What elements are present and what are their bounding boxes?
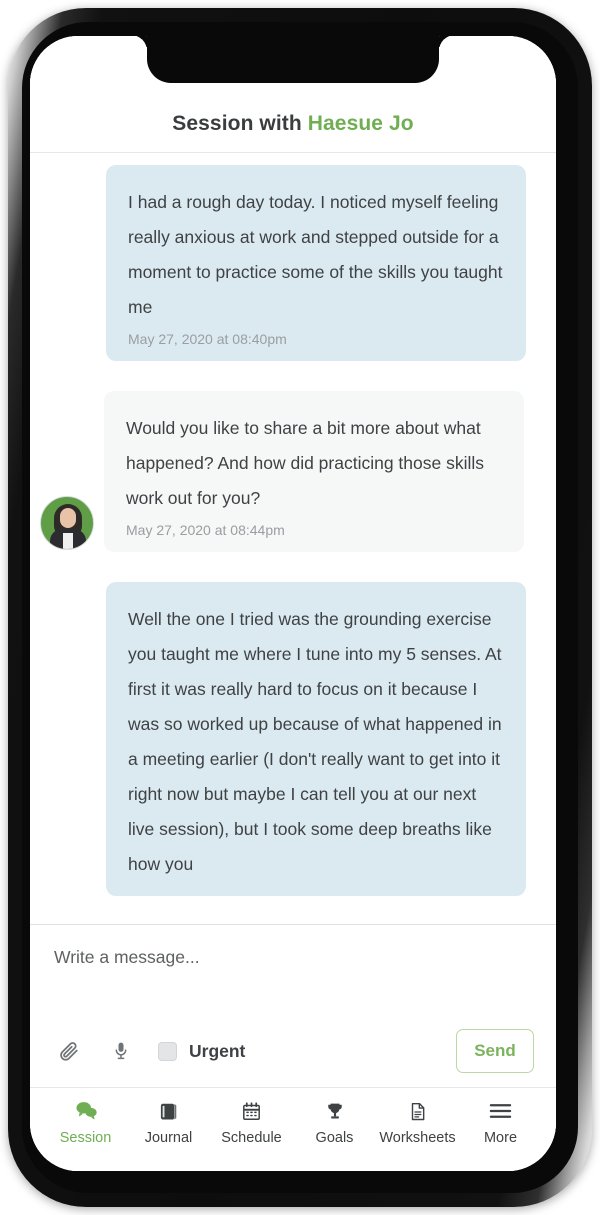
- calendar-icon: [241, 1100, 262, 1122]
- urgent-toggle[interactable]: Urgent: [158, 1041, 245, 1062]
- message-timestamp: May 27, 2020 at 08:40pm: [128, 331, 287, 347]
- message-row: Would you like to share a bit more about…: [30, 391, 556, 552]
- document-icon: [408, 1100, 428, 1122]
- microphone-icon[interactable]: [106, 1036, 136, 1066]
- nav-label: Session: [59, 1130, 112, 1146]
- phone-notch: [147, 36, 439, 83]
- nav-item-schedule[interactable]: Schedule: [210, 1100, 293, 1146]
- avatar-face: [60, 508, 76, 528]
- speech-bubbles-icon: [74, 1100, 98, 1122]
- composer-actions: Urgent Send: [30, 1015, 556, 1087]
- message-text: Well the one I tried was the grounding e…: [128, 609, 507, 874]
- nav-label: Goals: [315, 1130, 354, 1146]
- message-row: I had a rough day today. I noticed mysel…: [30, 165, 556, 361]
- hamburger-icon: [489, 1100, 512, 1122]
- message-composer: Write a message... Urgent Send: [30, 924, 556, 1087]
- page-title-prefix: Session with: [172, 112, 308, 135]
- paperclip-icon[interactable]: [54, 1036, 84, 1066]
- urgent-checkbox[interactable]: [158, 1041, 177, 1061]
- message-bubble-client[interactable]: Well the one I tried was the grounding e…: [106, 582, 526, 896]
- phone-frame: Session with Haesue Jo I had a rough day…: [8, 8, 592, 1207]
- message-text: I had a rough day today. I noticed mysel…: [128, 192, 508, 317]
- nav-label: Schedule: [221, 1130, 282, 1146]
- avatar[interactable]: [40, 496, 94, 550]
- avatar-slot: [40, 496, 94, 550]
- nav-item-more[interactable]: More: [459, 1100, 542, 1146]
- client-name: Haesue Jo: [307, 112, 414, 135]
- nav-item-goals[interactable]: Goals: [293, 1100, 376, 1146]
- app-root: Session with Haesue Jo I had a rough day…: [30, 36, 556, 1171]
- bottom-navigation: Session Journal Schedule Goals Worksheet…: [30, 1087, 556, 1171]
- message-timestamp: May 27, 2020 at 08:44pm: [126, 522, 285, 538]
- nav-item-session[interactable]: Session: [44, 1100, 127, 1146]
- nav-item-journal[interactable]: Journal: [127, 1100, 210, 1146]
- message-bubble-client[interactable]: I had a rough day today. I noticed mysel…: [106, 165, 526, 361]
- message-bubble-therapist[interactable]: Would you like to share a bit more about…: [104, 391, 524, 552]
- avatar-shirt: [63, 533, 73, 549]
- nav-label: Journal: [144, 1130, 193, 1146]
- trophy-icon: [325, 1100, 345, 1122]
- send-button[interactable]: Send: [456, 1029, 534, 1073]
- message-input[interactable]: Write a message...: [30, 925, 556, 993]
- urgent-label: Urgent: [189, 1040, 246, 1061]
- message-text: Would you like to share a bit more about…: [126, 418, 489, 508]
- nav-item-worksheets[interactable]: Worksheets: [376, 1100, 459, 1146]
- conversation-list[interactable]: I had a rough day today. I noticed mysel…: [30, 153, 556, 924]
- nav-label: More: [483, 1130, 518, 1146]
- nav-label: Worksheets: [379, 1130, 456, 1146]
- phone-screen: Session with Haesue Jo I had a rough day…: [30, 36, 556, 1171]
- book-icon: [158, 1100, 179, 1122]
- message-row: Well the one I tried was the grounding e…: [30, 582, 556, 896]
- page-title: Session with Haesue Jo: [172, 112, 413, 136]
